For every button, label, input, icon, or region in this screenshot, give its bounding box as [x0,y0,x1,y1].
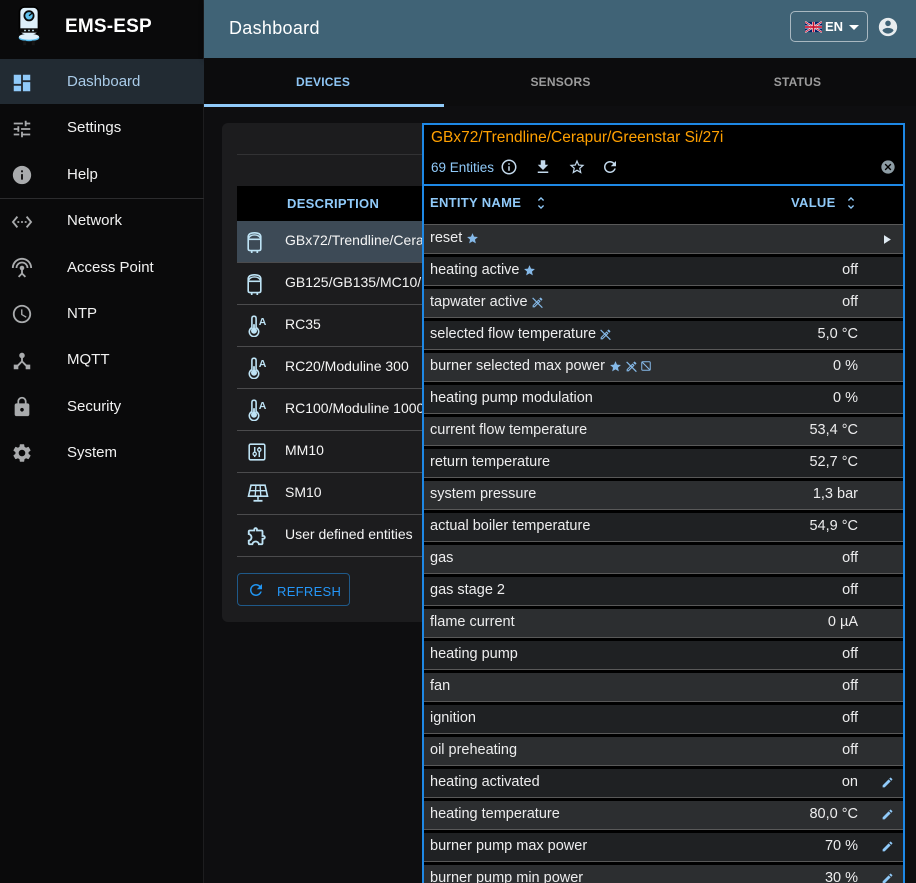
svg-text:A: A [259,358,267,370]
svg-text:A: A [259,316,267,328]
svg-text:A: A [259,400,267,412]
